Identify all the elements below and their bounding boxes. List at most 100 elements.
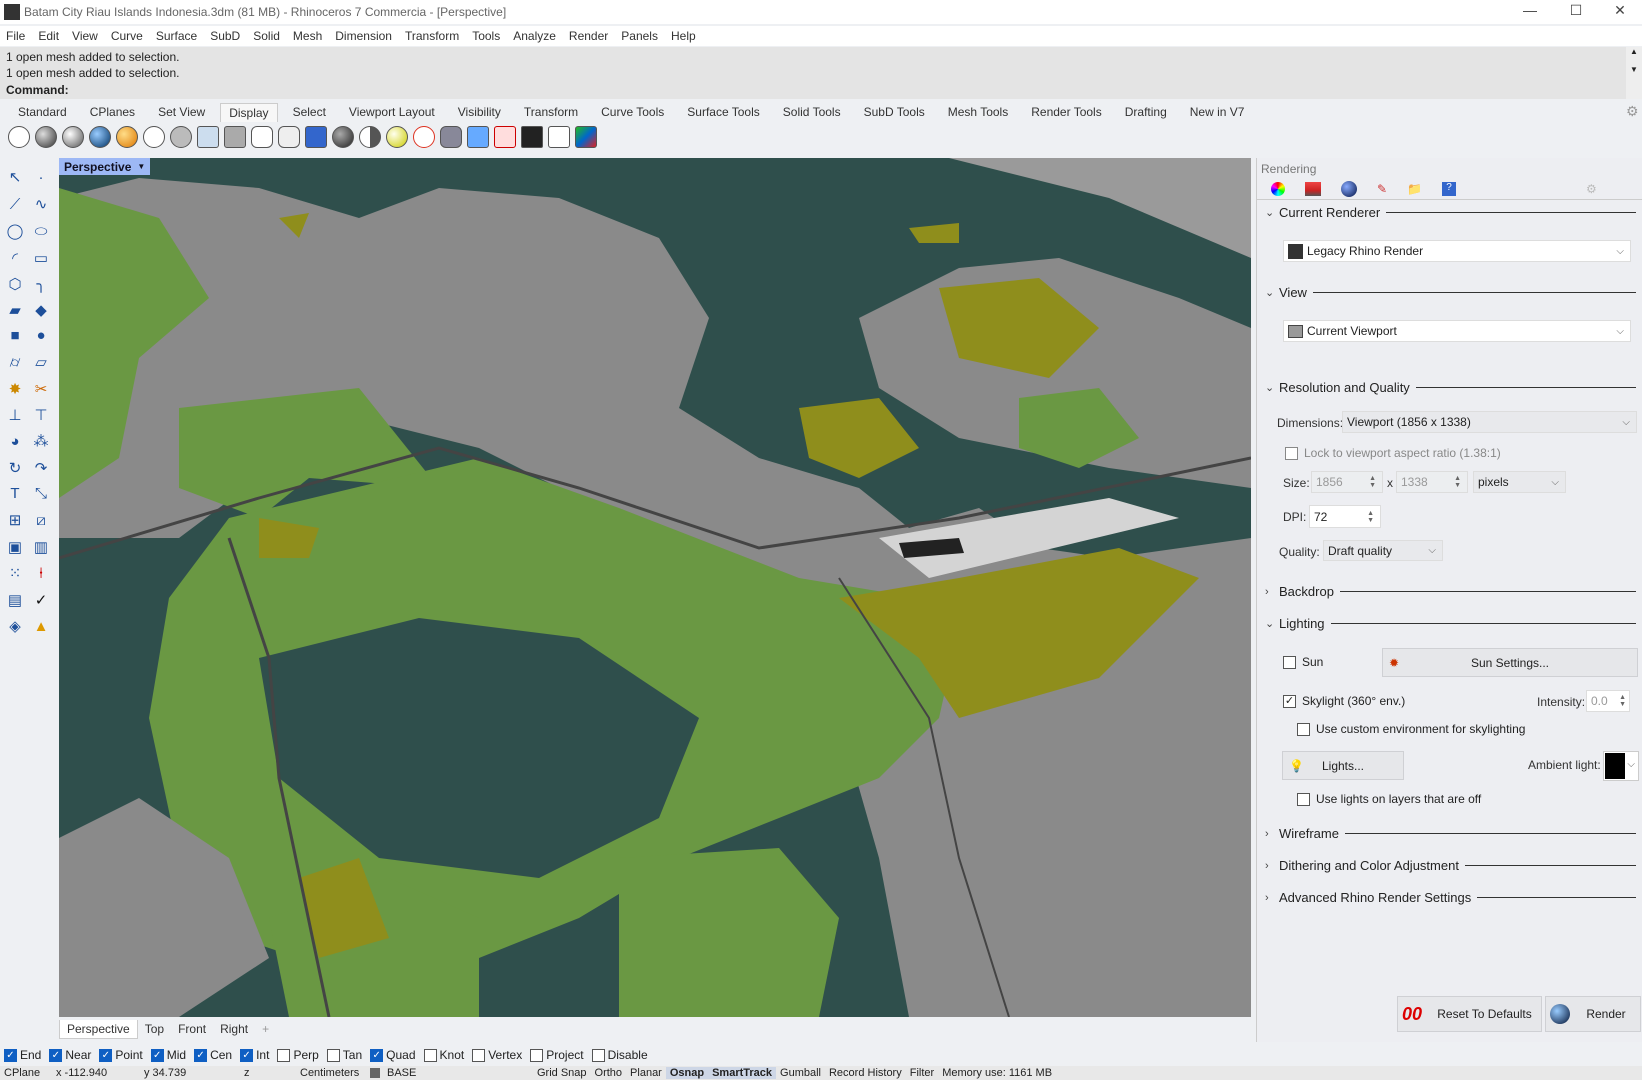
menu-subd[interactable]: SubD [210,29,240,43]
artistic-viewport-icon[interactable] [170,126,192,148]
maximize-button[interactable]: ☐ [1556,2,1596,22]
ellipse-icon[interactable]: ⬭ [30,223,52,245]
width-input[interactable]: 1856 ▲ ▼ [1311,471,1383,493]
units[interactable]: Centimeters [296,1067,370,1079]
minimize-button[interactable]: — [1510,2,1550,22]
polyline-icon[interactable]: ⟋ [4,196,26,218]
tab-transform[interactable]: Transform [524,105,578,119]
move-icon[interactable]: ↷ [30,459,52,481]
close-button[interactable]: ✕ [1600,2,1640,22]
disable-clipping-icon[interactable] [494,126,516,148]
tab-cplanes[interactable]: CPlanes [90,105,135,119]
box-solid-icon[interactable]: ■ [4,327,26,349]
menu-file[interactable]: File [6,29,25,43]
menu-curve[interactable]: Curve [111,29,143,43]
ghosted-viewport-icon[interactable] [89,126,111,148]
viewport-tab-right[interactable]: Right [213,1020,255,1038]
tab-subd-tools[interactable]: SubD Tools [864,105,925,119]
osnap-perp-checkbox[interactable]: Perp [277,1048,319,1062]
hatch-icon[interactable]: ▥ [30,538,52,560]
tab-render-tools[interactable]: Render Tools [1031,105,1102,119]
osnap-near-checkbox[interactable]: ✓ Near [49,1048,91,1062]
tab-curve-tools[interactable]: Curve Tools [601,105,664,119]
mouse-select-icon[interactable] [278,126,300,148]
lock-aspect-checkbox[interactable]: Lock to viewport aspect ratio (1.38:1) [1285,446,1501,460]
check-icon[interactable]: ✓ [30,591,52,613]
color-box-icon[interactable] [575,126,597,148]
display-options-icon[interactable] [305,126,327,148]
checkbox-box[interactable]: ✓ [150,1048,164,1062]
dimension-icon[interactable]: ⤡ [30,485,52,507]
tab-visibility[interactable]: Visibility [458,105,501,119]
osnap-vertex-checkbox[interactable]: Vertex [472,1048,522,1062]
section-view[interactable]: ⌄ View [1265,285,1636,300]
checkbox-box[interactable] [591,1048,605,1062]
checkbox-box[interactable] [277,1048,291,1062]
checkbox-box[interactable]: ✓ [194,1048,208,1062]
section-lighting[interactable]: ⌄ Lighting [1265,616,1636,631]
render-button[interactable]: Render [1545,996,1641,1032]
block-icon[interactable]: ▣ [4,538,26,560]
view-dropdown[interactable]: Current Viewport ⌵ [1283,320,1631,342]
tab-standard[interactable]: Standard [18,105,67,119]
planar-toggle[interactable]: Planar [626,1067,666,1079]
osnap-mid-checkbox[interactable]: ✓ Mid [150,1048,186,1062]
rotate-icon[interactable]: ↻ [4,459,26,481]
menu-help[interactable]: Help [671,29,696,43]
lights-off-layers-checkbox[interactable]: Use lights on layers that are off [1297,792,1481,806]
quality-dropdown[interactable]: Draft quality ⌵ [1323,540,1443,561]
osnap-int-checkbox[interactable]: ✓ Int [240,1048,269,1062]
fillet-icon[interactable]: ╮ [30,275,52,297]
gumball-move-icon[interactable]: ⍿ [30,565,52,587]
smarttrack-toggle[interactable]: SmartTrack [708,1067,777,1079]
point-icon[interactable]: · [30,169,52,191]
folder-icon[interactable]: 📁 [1407,182,1422,196]
renderer-dropdown[interactable]: Legacy Rhino Render ⌵ [1283,240,1631,262]
intensity-input[interactable]: 0.0 ▲ ▼ [1586,690,1630,712]
sun-settings-button[interactable]: ✹ Sun Settings... [1382,648,1638,677]
custom-environment-checkbox[interactable]: Use custom environment for skylighting [1297,722,1525,736]
command-scrollbar[interactable]: ▲ ▼ [1626,47,1642,99]
menu-solid[interactable]: Solid [253,29,280,43]
menu-dimension[interactable]: Dimension [335,29,392,43]
mouse-outline-icon[interactable] [251,126,273,148]
height-input[interactable]: 1338 ▲ ▼ [1396,471,1468,493]
array-icon[interactable]: ⁙ [4,564,26,586]
render-object-icon[interactable]: ◈ [4,617,26,639]
section-dithering[interactable]: › Dithering and Color Adjustment [1265,858,1636,873]
scale-icon[interactable]: ⊞ [4,511,26,533]
viewport-tab-front[interactable]: Front [171,1020,213,1038]
cplane-label[interactable]: CPlane [0,1067,52,1079]
object-display-icon[interactable] [332,126,354,148]
tab-viewport-layout[interactable]: Viewport Layout [349,105,435,119]
ambient-light-color-picker[interactable]: ⌵ [1603,751,1639,781]
wireframe-viewport-icon[interactable] [8,126,30,148]
box-icon[interactable] [548,126,570,148]
section-backdrop[interactable]: › Backdrop [1265,584,1636,599]
tab-select[interactable]: Select [293,105,326,119]
camera-icon[interactable] [440,126,462,148]
tab-display[interactable]: Display [220,102,278,122]
osnap-disable-checkbox[interactable]: Disable [591,1048,648,1062]
skylight-checkbox[interactable]: ✓ Skylight (360° env.) [1283,694,1405,708]
half-shaded-icon[interactable] [359,126,381,148]
ortho-toggle[interactable]: Ortho [591,1067,627,1079]
menu-view[interactable]: View [72,29,98,43]
checkbox-box[interactable] [530,1048,544,1062]
tab-set-view[interactable]: Set View [158,105,205,119]
checkbox-box[interactable] [326,1048,340,1062]
analyze-icon[interactable]: ▤ [4,591,26,613]
boolean-icon[interactable]: ◕ [4,433,26,455]
arc-icon[interactable]: ◜ [4,249,26,271]
menu-render[interactable]: Render [569,29,608,43]
sphere-solid-icon[interactable]: ● [30,327,52,349]
materials-icon[interactable] [1305,181,1321,196]
section-advanced[interactable]: › Advanced Rhino Render Settings [1265,890,1636,905]
filter-toggle[interactable]: Filter [906,1067,938,1079]
checkbox-box[interactable]: ✓ [99,1048,113,1062]
osnap-toggle[interactable]: Osnap [665,1067,709,1079]
menu-panels[interactable]: Panels [621,29,658,43]
viewport-tab-top[interactable]: Top [138,1020,171,1038]
group-icon[interactable]: ⁂ [30,432,52,454]
color-wheel-icon[interactable] [1271,181,1285,196]
